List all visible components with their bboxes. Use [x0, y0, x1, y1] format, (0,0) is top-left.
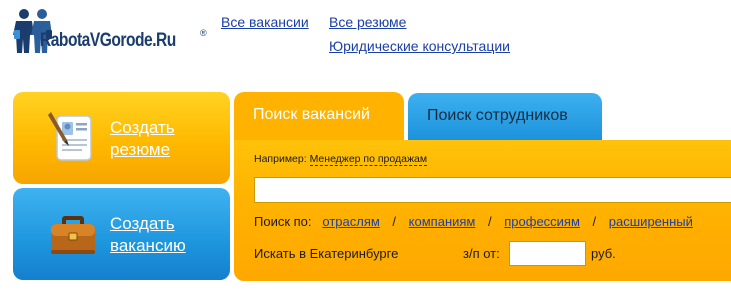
filter-advanced-link[interactable]: расширенный: [609, 214, 693, 229]
create-resume-box[interactable]: Создать резюме: [13, 92, 230, 184]
filter-separator: /: [392, 214, 397, 229]
briefcase-icon: [51, 216, 95, 254]
example-prefix: Например:: [254, 153, 307, 165]
currency-label: руб.: [591, 246, 616, 261]
create-vacancy-link[interactable]: Создать вакансию: [110, 213, 220, 257]
tab-employee-search[interactable]: Поиск сотрудников: [408, 93, 602, 141]
search-input[interactable]: [254, 177, 731, 203]
filter-row: Поиск по: отраслям / компаниям / професс…: [254, 214, 693, 229]
salary-input[interactable]: [509, 241, 586, 266]
filter-prefix: Поиск по:: [254, 214, 312, 229]
nav-legal-consultations-link[interactable]: Юридические консультации: [329, 38, 510, 54]
tab-vacancy-search[interactable]: Поиск вакансий: [234, 92, 404, 142]
create-vacancy-box[interactable]: Создать вакансию: [13, 188, 230, 280]
salary-label: з/п от:: [463, 246, 500, 261]
filter-companies-link[interactable]: компаниям: [409, 214, 476, 229]
site-logo[interactable]: RabotaVGorode.Ru ®: [12, 8, 207, 54]
search-panel: Например: Менеджер по продажам Поиск по:…: [234, 140, 731, 281]
filter-industries-link[interactable]: отраслям: [322, 214, 379, 229]
filter-professions-link[interactable]: профессиям: [504, 214, 580, 229]
filter-separator: /: [488, 214, 492, 229]
registered-mark: ®: [200, 28, 207, 38]
example-query-link[interactable]: Менеджер по продажам: [309, 153, 428, 166]
filter-separator: /: [592, 214, 597, 229]
city-text: Искать в Екатеринбурге: [254, 246, 399, 261]
nav-all-vacancies-link[interactable]: Все вакансии: [221, 14, 309, 30]
resume-document-icon: [48, 112, 92, 161]
logo-text: RabotaVGorode.Ru: [40, 30, 176, 51]
create-resume-link[interactable]: Создать резюме: [110, 117, 220, 161]
nav-all-resumes-link[interactable]: Все резюме: [329, 14, 406, 30]
example-line: Например: Менеджер по продажам: [254, 153, 428, 166]
